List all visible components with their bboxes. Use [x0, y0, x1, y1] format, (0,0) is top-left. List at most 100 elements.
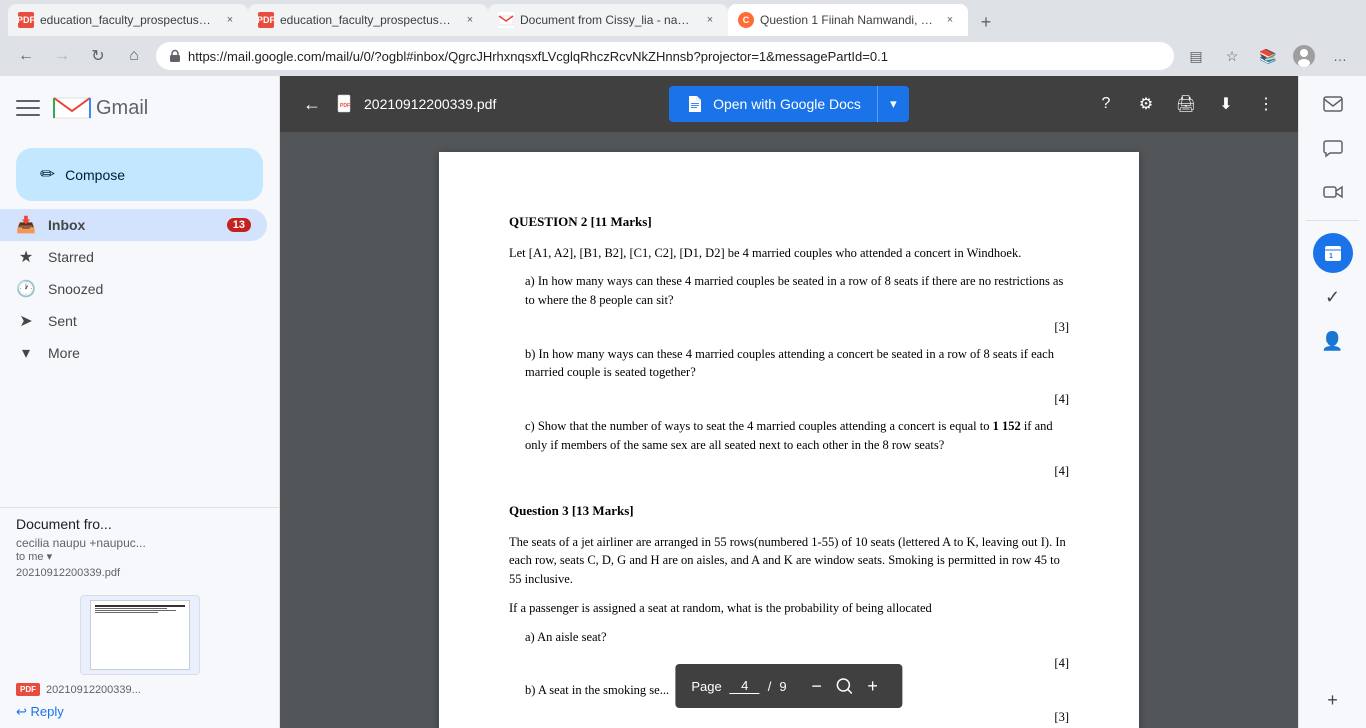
email-attachment: 20210912200339.pdf — [16, 567, 263, 579]
url-text: https://mail.google.com/mail/u/0/?ogbl#i… — [188, 49, 1162, 64]
question3a-text: a) An aisle seat? — [525, 630, 607, 644]
forward-button[interactable]: → — [48, 42, 76, 70]
zoom-out-button[interactable]: − — [803, 672, 831, 700]
question2-section: QUESTION 2 [11 Marks] Let [A1, A2], [B1,… — [509, 212, 1069, 481]
question2b: b) In how many ways can these 4 married … — [509, 345, 1069, 383]
tab-close-1[interactable]: × — [222, 12, 238, 28]
question3-intro: The seats of a jet airliner are arranged… — [509, 533, 1069, 589]
pdf-toolbar: ← PDF 20210912200339.pdf — [280, 76, 1298, 132]
email-to: to me ▾ — [16, 550, 263, 563]
gmail-right-chat-btn[interactable] — [1313, 128, 1353, 168]
sidebar-item-snoozed[interactable]: 🕐 Snoozed — [0, 273, 267, 305]
compose-button[interactable]: ✏ Compose — [16, 148, 263, 201]
gmail-nav: 📥 Inbox 13 ★ Starred 🕐 Snoozed ➤ Sent ▾ … — [0, 209, 279, 499]
inbox-badge: 13 — [227, 218, 251, 232]
pdf-settings-button[interactable]: ⚙ — [1130, 88, 1162, 120]
tab-favicon-cobalt: C — [738, 12, 754, 28]
tab-close-4[interactable]: × — [942, 12, 958, 28]
snoozed-label: Snoozed — [48, 281, 103, 297]
sent-label: Sent — [48, 313, 77, 329]
email-filename-tag: PDF 20210912200339... — [16, 683, 263, 696]
collections-button[interactable]: 📚 — [1254, 42, 1282, 70]
tab-title-2: education_faculty_prospectus_2C — [280, 13, 456, 27]
starred-icon: ★ — [16, 247, 36, 267]
tab-favicon-gmail — [498, 12, 514, 28]
extensions-button[interactable]: ▤ — [1182, 42, 1210, 70]
sidebar-item-more[interactable]: ▾ More — [0, 337, 267, 369]
reply-button[interactable]: ↩ Reply — [16, 704, 263, 720]
email-thumbnail — [16, 595, 263, 675]
gmail-right-contacts-btn[interactable]: 👤 — [1313, 321, 1353, 361]
pdf-more-button[interactable]: ⋮ — [1250, 88, 1282, 120]
gmail-right-panel: 1 ✓ 👤 + — [1298, 76, 1366, 728]
pdf-toolbar-right: ? ⚙ 🖨 ⬇ ⋮ — [1090, 88, 1282, 120]
pdf-file-icon: PDF — [336, 94, 356, 114]
sidebar-item-sent[interactable]: ➤ Sent — [0, 305, 267, 337]
inbox-icon: 📥 — [16, 215, 36, 235]
tab-title-4: Question 1 Fiinah Namwandi, W... — [760, 13, 936, 27]
url-bar[interactable]: https://mail.google.com/mail/u/0/?ogbl#i… — [156, 42, 1174, 70]
question2c-pre: c) Show that the number of ways to seat … — [525, 419, 989, 433]
google-docs-icon — [685, 94, 705, 114]
question2-title: QUESTION 2 [11 Marks] — [509, 212, 1069, 232]
new-tab-button[interactable]: + — [972, 8, 1000, 36]
tab-favicon-pdf-2: PDF — [258, 12, 274, 28]
question3b-marks: [3] — [509, 708, 1069, 727]
pdf-content-area: QUESTION 2 [11 Marks] Let [A1, A2], [B1,… — [280, 132, 1298, 728]
more-label: More — [48, 345, 80, 361]
open-docs-main[interactable]: Open with Google Docs — [669, 86, 877, 122]
more-icon: ▾ — [16, 343, 36, 363]
gmail-right-tasks-btn[interactable]: ✓ — [1313, 277, 1353, 317]
compose-icon: ✏ — [40, 164, 55, 185]
page-number-input[interactable] — [730, 678, 760, 694]
pdf-help-button[interactable]: ? — [1090, 88, 1122, 120]
open-with-docs-button[interactable]: Open with Google Docs ▾ — [669, 86, 909, 122]
gmail-header: Gmail — [0, 76, 279, 140]
profiles-button[interactable] — [1290, 42, 1318, 70]
pdf-back-button[interactable]: ← — [296, 88, 328, 120]
pdf-toolbar-left: ← PDF 20210912200339.pdf — [296, 88, 496, 120]
gmail-right-mail-btn[interactable] — [1313, 84, 1353, 124]
lock-icon — [168, 49, 182, 63]
home-button[interactable]: ⌂ — [120, 42, 148, 70]
zoom-in-button[interactable]: + — [859, 672, 887, 700]
sidebar-item-inbox[interactable]: 📥 Inbox 13 — [0, 209, 267, 241]
tab-cobalt[interactable]: C Question 1 Fiinah Namwandi, W... × — [728, 4, 968, 36]
pdf-print-button[interactable]: 🖨 — [1170, 88, 1202, 120]
gmail-right-add-btn[interactable]: + — [1313, 680, 1353, 720]
gmail-right-meet-btn[interactable] — [1313, 172, 1353, 212]
gmail-right-calendar-btn[interactable]: 1 — [1313, 233, 1353, 273]
sent-icon: ➤ — [16, 311, 36, 331]
tab-close-2[interactable]: × — [462, 12, 478, 28]
svg-text:PDF: PDF — [340, 103, 350, 109]
tab-pdf-2[interactable]: PDF education_faculty_prospectus_2C × — [248, 4, 488, 36]
favorites-button[interactable]: ☆ — [1218, 42, 1246, 70]
pdf-download-button[interactable]: ⬇ — [1210, 88, 1242, 120]
tab-close-3[interactable]: × — [702, 12, 718, 28]
question2-intro: Let [A1, A2], [B1, B2], [C1, C2], [D1, D… — [509, 244, 1069, 263]
browser-menu-button[interactable]: … — [1326, 42, 1354, 70]
gmail-logo-text: Gmail — [96, 97, 148, 120]
gmail-menu-icon[interactable] — [16, 96, 40, 120]
zoom-icon[interactable] — [831, 672, 859, 700]
question3b-text: b) A seat in the smoking se... — [525, 683, 669, 697]
email-preview: Document fro... cecilia naupu +naupuc...… — [0, 507, 279, 587]
question2b-marks: [4] — [509, 390, 1069, 409]
pdf-filename: 20210912200339.pdf — [364, 96, 496, 112]
gmail-logo: Gmail — [52, 93, 148, 123]
question2a: a) In how many ways can these 4 married … — [509, 272, 1069, 310]
open-docs-dropdown-button[interactable]: ▾ — [877, 86, 909, 122]
tab-favicon-pdf-1: PDF — [18, 12, 34, 28]
inbox-label: Inbox — [48, 217, 85, 233]
sidebar-item-starred[interactable]: ★ Starred — [0, 241, 267, 273]
question2c-marks: [4] — [509, 462, 1069, 481]
svg-text:1: 1 — [1329, 253, 1333, 260]
reload-button[interactable]: ↻ — [84, 42, 112, 70]
page-separator: / — [768, 679, 772, 694]
question2b-text: b) In how many ways can these 4 married … — [525, 347, 1054, 380]
page-total: 9 — [779, 679, 786, 694]
tab-gmail[interactable]: Document from Cissy_lia - naup... × — [488, 4, 728, 36]
back-button[interactable]: ← — [12, 42, 40, 70]
question2a-marks: [3] — [509, 318, 1069, 337]
tab-pdf-1[interactable]: PDF education_faculty_prospectus_2C × — [8, 4, 248, 36]
